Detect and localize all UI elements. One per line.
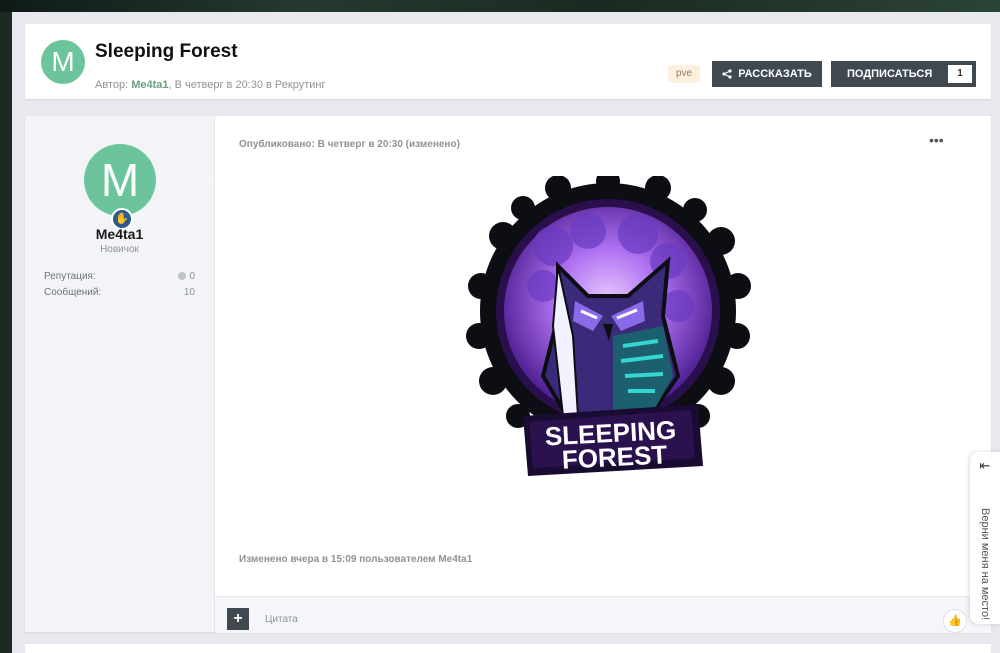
author-panel: M ✋ Me4ta1 Новичок Репутация: 0 Сообщени… [25,116,215,632]
author-avatar[interactable]: M [41,40,85,84]
multiquote-add-button[interactable]: + [227,608,249,630]
share-icon [722,69,732,79]
forum-background [0,0,1000,12]
topic-tag[interactable]: pve [668,65,700,83]
author-rank: Новичок [100,244,139,255]
reputation-number: 0 [189,271,195,282]
page-content: M Sleeping Forest Автор: Me4ta1, В четве… [12,12,1000,653]
author-link[interactable]: Me4ta1 [131,79,168,91]
restore-widget[interactable]: ⇤ Верни меня на место! [970,452,1000,624]
sleeping-forest-logo: SLEEPING FOREST [466,176,751,476]
topic-header: M Sleeping Forest Автор: Me4ta1, В четве… [25,24,991,99]
reputation-value: 0 [178,271,195,282]
posts-label: Сообщений: [44,287,102,298]
topic-title: Sleeping Forest [95,41,238,62]
follow-label: ПОДПИСАТЬСЯ [847,68,933,80]
reputation-label: Репутация: [44,271,96,282]
follow-count: 1 [948,65,972,83]
topic-meta: Автор: Me4ta1, В четверг в 20:30 в Рекру… [95,79,325,91]
quote-button[interactable]: Цитата [265,614,298,625]
meta-suffix[interactable]: , В четверг в 20:30 в Рекрутинг [169,79,326,91]
follow-button[interactable]: ПОДПИСАТЬСЯ 1 [831,61,976,87]
more-options-icon[interactable]: ••• [929,132,944,148]
post-published: Опубликовано: В четверг в 20:30 (изменен… [239,139,460,150]
post: M ✋ Me4ta1 Новичок Репутация: 0 Сообщени… [25,116,991,633]
posts-row: Сообщений: 10 [44,287,195,298]
restore-widget-text[interactable]: Верни меня на место! [979,508,991,620]
reputation-row: Репутация: 0 [44,271,195,282]
logo-line-2: FOREST [561,439,668,474]
author-avatar-large[interactable]: M [84,144,156,216]
author-username[interactable]: Me4ta1 [25,226,214,242]
author-arrow [214,172,226,190]
edit-notice: Изменено вчера в 15:09 пользователем Me4… [239,554,473,565]
post-footer: + Цитата 👍 [215,596,991,633]
like-icon[interactable]: 👍 [943,609,967,633]
next-post-edge [25,644,991,653]
reputation-dot-icon [178,272,187,280]
arrow-left-icon[interactable]: ⇤ [970,458,1000,474]
share-label: РАССКАЗАТЬ [738,68,812,80]
meta-prefix: Автор: [95,79,132,91]
posts-value: 10 [183,287,195,298]
share-button[interactable]: РАССКАЗАТЬ [712,61,822,87]
